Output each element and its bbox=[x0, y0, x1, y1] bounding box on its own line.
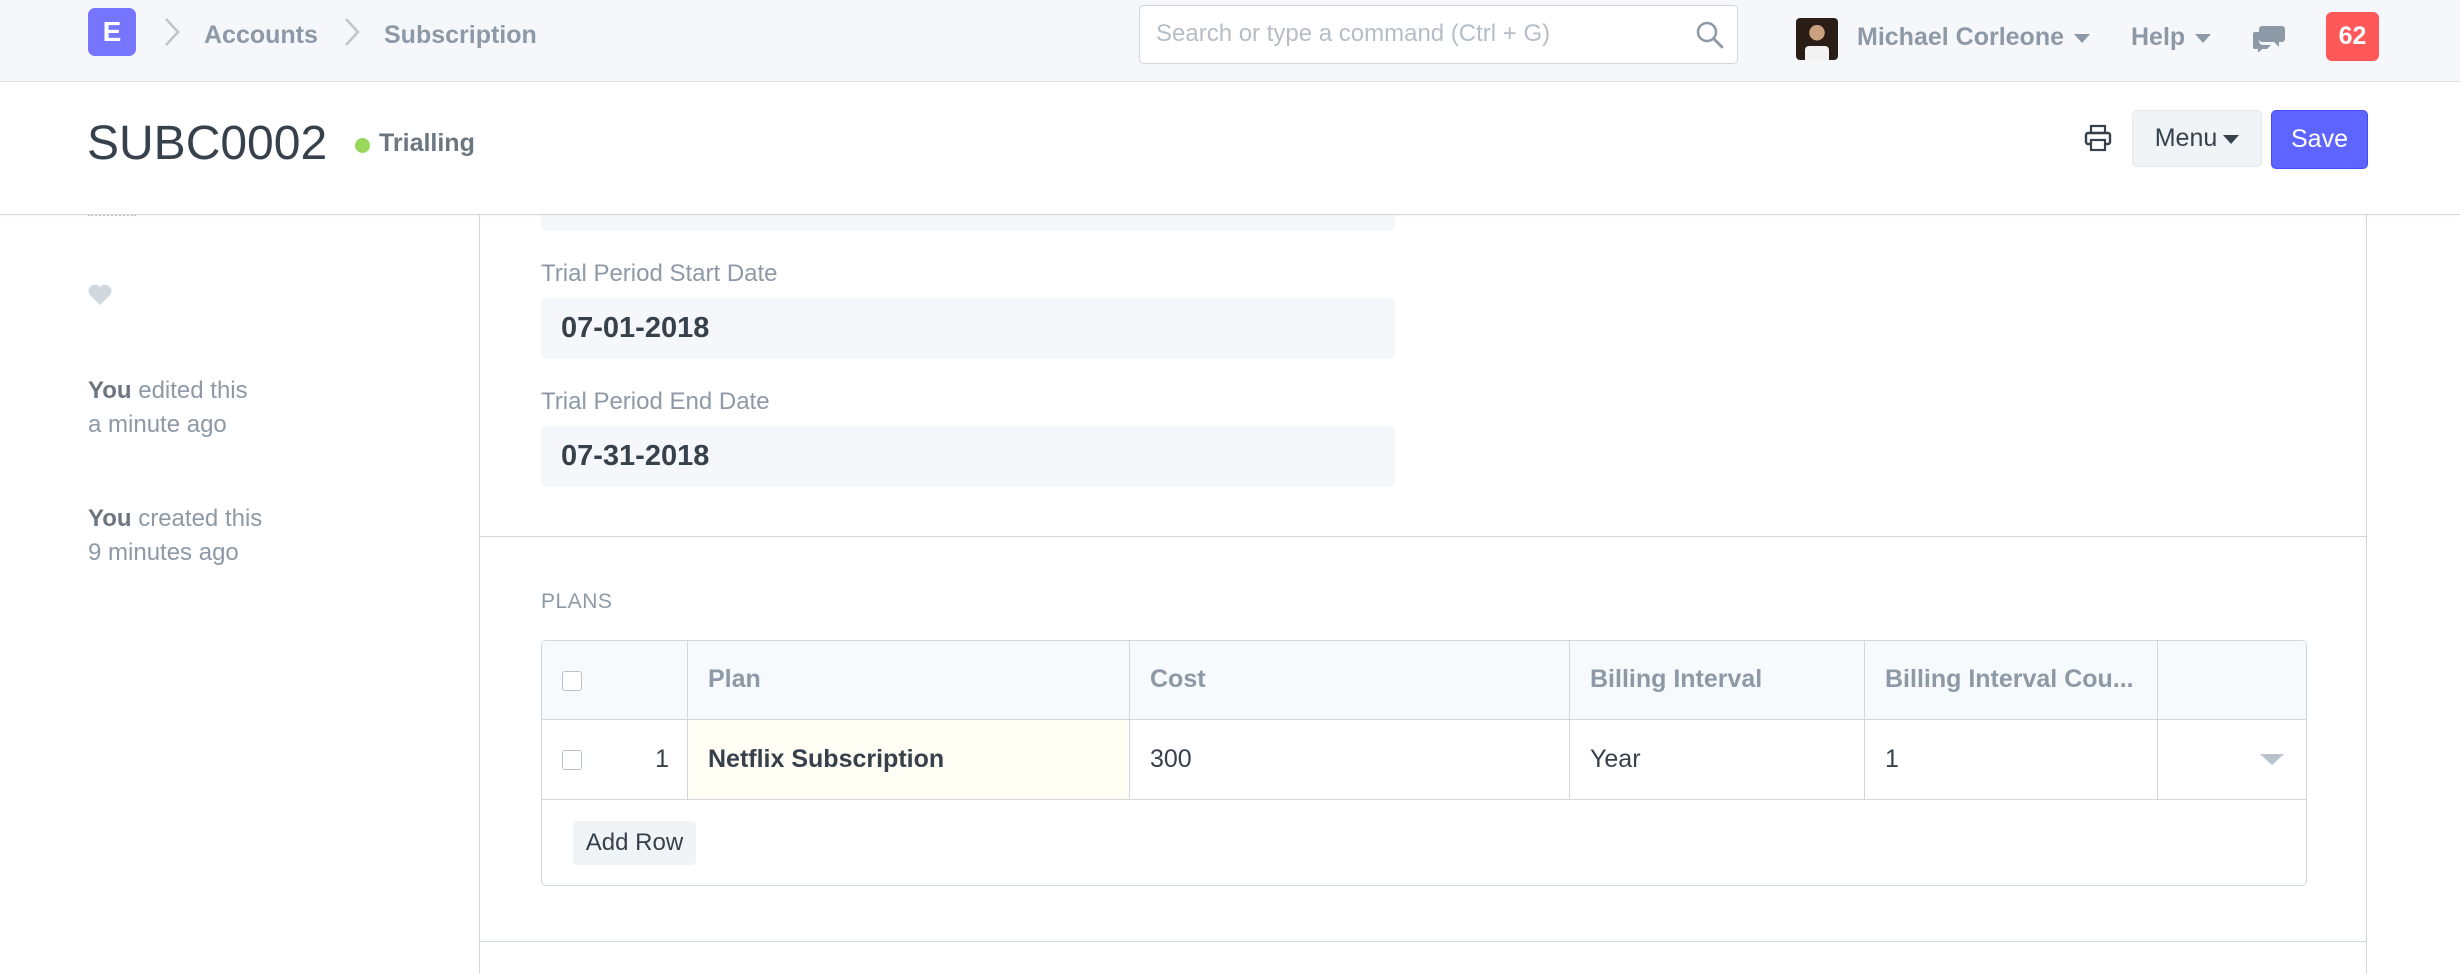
form-section-trial: Trial Period Start Date 07-01-2018 Trial… bbox=[480, 215, 2366, 537]
search-icon[interactable] bbox=[1695, 20, 1725, 50]
timeline-actor: You bbox=[88, 377, 132, 404]
save-button[interactable]: Save bbox=[2271, 110, 2368, 169]
caret-down-icon bbox=[2074, 33, 2090, 43]
row-checkbox[interactable] bbox=[562, 750, 582, 770]
column-header-billing-interval: Billing Interval bbox=[1570, 641, 1865, 719]
trial-end-field[interactable]: 07-31-2018 bbox=[541, 426, 1395, 487]
caret-down-icon[interactable] bbox=[2260, 754, 2284, 765]
cell-billing-interval[interactable]: Year bbox=[1570, 720, 1865, 799]
timeline-time: a minute ago bbox=[88, 411, 227, 438]
row-select-cell: 1 bbox=[542, 720, 688, 799]
section-heading-plans: PLANS bbox=[541, 590, 613, 613]
menu-label: Menu bbox=[2154, 124, 2218, 152]
cell-plan[interactable]: Netflix Subscription bbox=[688, 720, 1130, 799]
breadcrumb-subscription[interactable]: Subscription bbox=[384, 20, 537, 50]
column-header-plan: Plan bbox=[688, 641, 1130, 719]
print-icon[interactable] bbox=[2083, 123, 2113, 153]
cell-cost[interactable]: 300 bbox=[1130, 720, 1570, 799]
user-avatar[interactable] bbox=[1796, 18, 1838, 60]
timeline-actor: You bbox=[88, 505, 132, 532]
header-select-cell bbox=[542, 641, 688, 719]
timeline-item: You created this 9 minutes ago bbox=[88, 502, 262, 570]
menu-button[interactable]: Menu bbox=[2132, 110, 2262, 167]
page-head: SUBC0002 Trialling Menu Save bbox=[0, 83, 2460, 215]
help-menu[interactable]: Help bbox=[2131, 22, 2212, 52]
chat-icon[interactable] bbox=[2252, 22, 2286, 52]
notification-badge[interactable]: 62 bbox=[2326, 12, 2379, 61]
table-row[interactable]: 1 Netflix Subscription 300 Year 1 bbox=[542, 720, 2306, 800]
field-input-partial[interactable] bbox=[541, 215, 1395, 231]
chevron-right-icon bbox=[165, 18, 180, 46]
timeline-time: 9 minutes ago bbox=[88, 539, 239, 566]
trial-end-label: Trial Period End Date bbox=[541, 388, 770, 415]
trial-start-label: Trial Period Start Date bbox=[541, 260, 778, 287]
trial-start-field[interactable]: 07-01-2018 bbox=[541, 298, 1395, 359]
add-row-button[interactable]: Add Row bbox=[573, 821, 696, 865]
breadcrumb-accounts[interactable]: Accounts bbox=[204, 20, 318, 50]
status-indicator-dot bbox=[355, 138, 370, 153]
form-section-plans: PLANS Plan Cost Billing Interval Billing… bbox=[480, 537, 2366, 942]
table-header-row: Plan Cost Billing Interval Billing Inter… bbox=[542, 641, 2306, 720]
header-actions-cell bbox=[2158, 641, 2306, 719]
timeline-action: edited this bbox=[138, 377, 248, 404]
user-menu[interactable]: Michael Corleone bbox=[1857, 22, 2090, 52]
search-input[interactable] bbox=[1156, 6, 1676, 62]
user-name: Michael Corleone bbox=[1857, 23, 2064, 51]
navbar: E Accounts Subscription Michael Corleone… bbox=[0, 0, 2460, 82]
chevron-right-icon bbox=[345, 18, 360, 46]
row-index: 1 bbox=[655, 745, 669, 773]
search-bar bbox=[1139, 5, 1738, 64]
timeline-action: created this bbox=[138, 505, 263, 532]
help-label: Help bbox=[2131, 23, 2186, 51]
form-layout: Trial Period Start Date 07-01-2018 Trial… bbox=[479, 215, 2367, 974]
timeline-item: You edited this a minute ago bbox=[88, 374, 248, 442]
row-actions-cell bbox=[2158, 720, 2306, 799]
plans-table: Plan Cost Billing Interval Billing Inter… bbox=[541, 640, 2307, 886]
heart-icon[interactable] bbox=[87, 283, 113, 307]
caret-down-icon bbox=[2223, 134, 2240, 144]
column-header-billing-interval-count: Billing Interval Cou... bbox=[1865, 641, 2158, 719]
cell-billing-interval-count[interactable]: 1 bbox=[1865, 720, 2158, 799]
select-all-checkbox[interactable] bbox=[562, 671, 582, 691]
page-title: SUBC0002 bbox=[87, 117, 328, 170]
caret-down-icon bbox=[2195, 33, 2212, 43]
column-header-cost: Cost bbox=[1130, 641, 1570, 719]
status-label: Trialling bbox=[379, 129, 475, 157]
app-logo[interactable]: E bbox=[88, 8, 136, 56]
